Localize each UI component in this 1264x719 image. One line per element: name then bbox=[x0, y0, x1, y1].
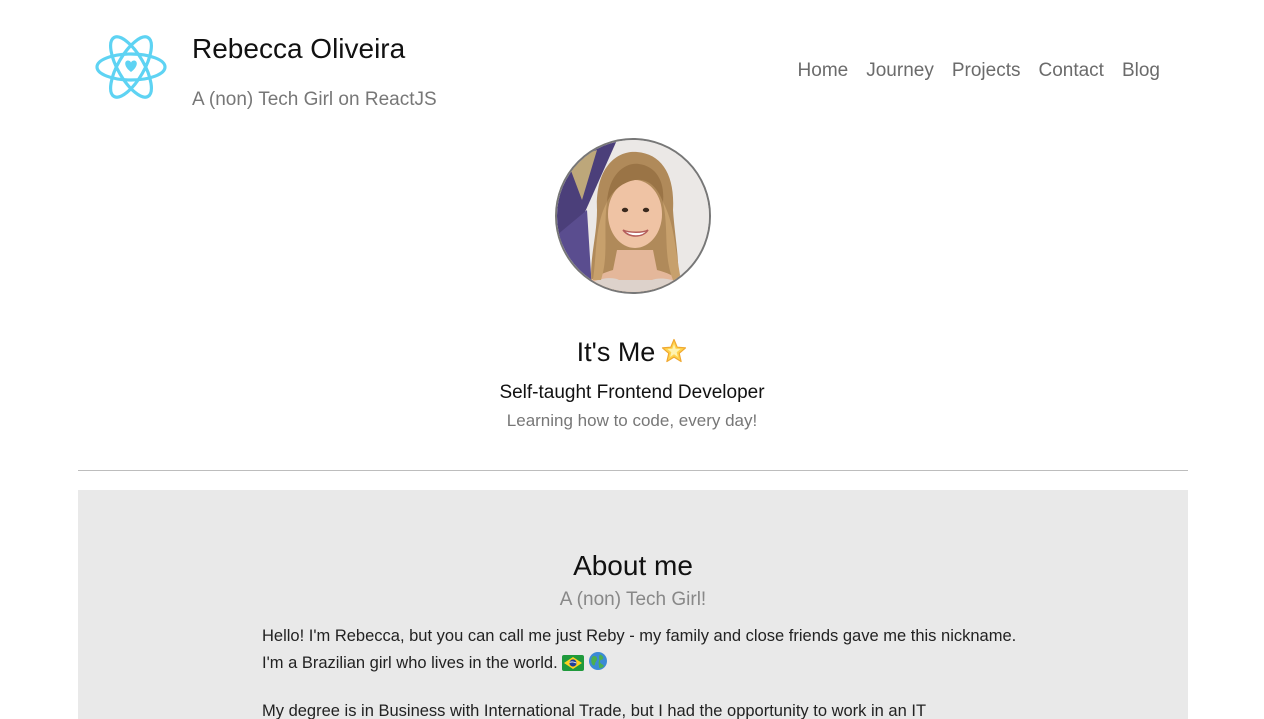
about-title: About me bbox=[573, 550, 693, 581]
about-section: About me A (non) Tech Girl! Hello! I'm R… bbox=[78, 490, 1188, 719]
nav-home[interactable]: Home bbox=[798, 58, 849, 84]
hero-title-text: It's Me bbox=[576, 337, 656, 367]
about-paragraph-1-text: Hello! I'm Rebecca, but you can call me … bbox=[262, 627, 1017, 672]
nav-projects[interactable]: Projects bbox=[952, 58, 1021, 84]
about-subtitle: A (non) Tech Girl! bbox=[559, 589, 707, 610]
hero-title: It's Me bbox=[0, 334, 1264, 373]
react-atom-logo-icon[interactable] bbox=[94, 30, 168, 104]
profile-avatar bbox=[555, 138, 711, 294]
about-paragraph-1: Hello! I'm Rebecca, but you can call me … bbox=[262, 623, 1022, 680]
hero-caption: Learning how to code, every day! bbox=[506, 411, 758, 430]
about-body: Hello! I'm Rebecca, but you can call me … bbox=[262, 623, 1022, 719]
brazil-flag-icon bbox=[561, 653, 584, 680]
nav-contact[interactable]: Contact bbox=[1038, 58, 1103, 84]
main-nav: Home Journey Projects Contact Blog bbox=[798, 58, 1160, 84]
section-divider bbox=[78, 470, 1188, 471]
nav-blog[interactable]: Blog bbox=[1122, 58, 1160, 84]
about-paragraph-2: My degree is in Business with Internatio… bbox=[262, 702, 927, 719]
hero-subtitle: Self-taught Frontend Developer bbox=[499, 382, 765, 403]
glowing-star-icon bbox=[661, 337, 687, 373]
globe-icon bbox=[588, 651, 608, 680]
site-tagline: A (non) Tech Girl on ReactJS bbox=[192, 89, 437, 110]
nav-journey[interactable]: Journey bbox=[866, 58, 934, 84]
page: Rebecca Oliveira A (non) Tech Girl on Re… bbox=[0, 0, 1264, 719]
site-title[interactable]: Rebecca Oliveira bbox=[192, 30, 405, 68]
